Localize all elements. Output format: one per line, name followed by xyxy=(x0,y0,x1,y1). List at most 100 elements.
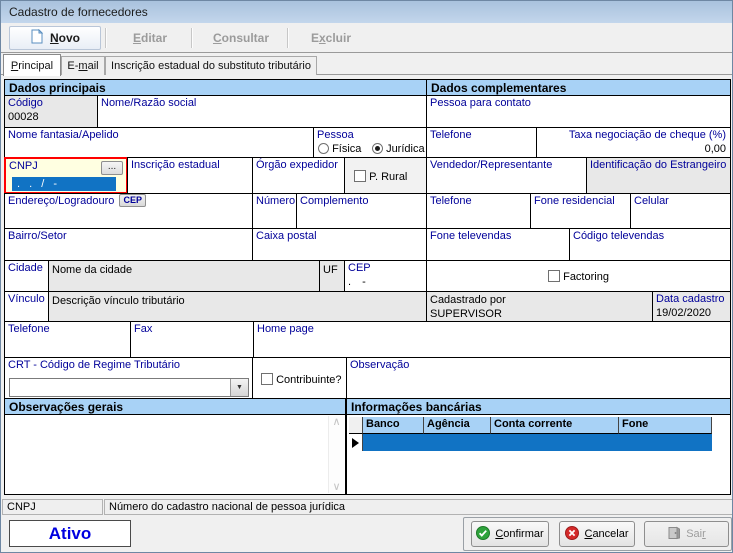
estrangeiro-display: Identificação do Estrangeiro xyxy=(586,157,731,194)
delete-button[interactable]: Excluir xyxy=(293,26,369,50)
observacao-label: Observação xyxy=(347,358,730,372)
cep-field[interactable]: CEP . - xyxy=(344,260,427,292)
inscricao-estadual-field[interactable]: Inscrição estadual xyxy=(127,157,253,194)
bank-col-fone[interactable]: Fone xyxy=(619,417,712,434)
bank-selected-row[interactable] xyxy=(363,434,712,451)
tab-principal-label: Principal xyxy=(11,60,53,72)
confirm-button[interactable]: Confirmar xyxy=(471,521,549,547)
endereco-field[interactable]: Endereço/Logradouro CEP xyxy=(4,193,253,229)
caixa-postal-field[interactable]: Caixa postal xyxy=(252,228,427,261)
bank-table-corner xyxy=(349,417,363,434)
cnpj-input[interactable]: . . / - xyxy=(12,177,116,191)
toolbar-separator xyxy=(287,28,289,48)
observacoes-gerais-header: Observações gerais xyxy=(4,398,346,415)
telefone-contato-field[interactable]: Telefone xyxy=(426,127,537,158)
juridica-radio-circle xyxy=(372,143,383,154)
textarea-scrollbar[interactable]: ∧ ∨ xyxy=(328,416,344,493)
vinculo-field[interactable]: Vínculo xyxy=(4,291,49,322)
nome-fantasia-label: Nome fantasia/Apelido xyxy=(5,128,313,142)
tab-strip: Principal E-mail Inscrição estadual do s… xyxy=(1,53,733,75)
pessoa-contato-label: Pessoa para contato xyxy=(427,96,730,110)
scroll-up-icon[interactable]: ∧ xyxy=(332,416,340,428)
new-button[interactable]: Novo xyxy=(9,26,101,50)
bank-col-agencia[interactable]: Agência xyxy=(424,417,491,434)
p-rural-checkbox-box xyxy=(354,170,366,182)
consult-button[interactable]: Consultar xyxy=(197,26,285,50)
factoring-group: Factoring xyxy=(426,260,731,292)
fisica-radio[interactable]: Física xyxy=(318,143,361,155)
p-rural-checkbox[interactable]: P. Rural xyxy=(354,170,407,183)
delete-button-label: Excluir xyxy=(311,31,351,45)
exit-button-label: Sair xyxy=(686,528,706,540)
cancel-button[interactable]: Cancelar xyxy=(559,521,635,547)
crt-combobox[interactable]: ▼ xyxy=(9,378,249,397)
endereco-label: Endereço/Logradouro xyxy=(5,194,116,207)
cidade-label: Cidade xyxy=(5,261,48,275)
fone-televendas-label: Fone televendas xyxy=(427,229,569,243)
bairro-label: Bairro/Setor xyxy=(5,229,252,243)
numero-label: Número xyxy=(253,194,296,208)
toolbar-separator xyxy=(105,28,107,48)
factoring-checkbox[interactable]: Factoring xyxy=(548,270,609,283)
numero-field[interactable]: Número xyxy=(252,193,297,229)
contribuinte-checkbox[interactable]: Contribuinte? xyxy=(261,373,342,386)
pessoa-contato-field[interactable]: Pessoa para contato xyxy=(426,95,731,128)
data-cadastro-label: Data cadastro xyxy=(653,292,730,306)
razao-social-field[interactable]: Nome/Razão social xyxy=(97,95,427,128)
cidade-field[interactable]: Cidade xyxy=(4,260,49,292)
cadastrado-por-display: Cadastrado por SUPERVISOR xyxy=(426,291,653,322)
chevron-down-icon[interactable]: ▼ xyxy=(230,379,248,396)
contribuinte-label: Contribuinte? xyxy=(276,374,341,386)
status-field-name: CNPJ xyxy=(2,499,103,515)
tab-inscricao-estadual-substituto[interactable]: Inscrição estadual do substituto tributá… xyxy=(105,56,317,75)
orgao-expedidor-field[interactable]: Órgão expedidor xyxy=(252,157,345,194)
razao-social-label: Nome/Razão social xyxy=(98,96,426,110)
observacoes-gerais-textarea[interactable]: ∧ ∨ xyxy=(4,414,346,495)
codigo-field: Código 00028 xyxy=(4,95,98,128)
taxa-cheque-field[interactable]: Taxa negociação de cheque (%) 0,00 xyxy=(536,127,731,158)
new-button-label: Novo xyxy=(50,31,80,45)
complemento-field[interactable]: Complemento xyxy=(296,193,427,229)
edit-button[interactable]: Editar xyxy=(111,26,189,50)
observacao-field[interactable]: Observação xyxy=(346,357,731,399)
uf-display: UF xyxy=(319,260,345,292)
data-cadastro-display: Data cadastro 19/02/2020 xyxy=(652,291,731,322)
bank-table: Banco Agência Conta corrente Fone xyxy=(346,414,731,495)
vinculo-descricao-label: Descrição vínculo tributário xyxy=(49,292,426,308)
tab-principal[interactable]: Principal xyxy=(3,54,61,76)
cancel-button-label: Cancelar xyxy=(584,528,628,540)
taxa-cheque-value: 0,00 xyxy=(537,142,730,156)
telefone-2-field[interactable]: Telefone xyxy=(426,193,531,229)
fone-televendas-field[interactable]: Fone televendas xyxy=(426,228,570,261)
bank-col-banco[interactable]: Banco xyxy=(363,417,424,434)
status-badge-ativo: Ativo xyxy=(9,520,131,547)
cidade-nome-display: Nome da cidade xyxy=(48,260,320,292)
tab-email[interactable]: E-mail xyxy=(61,56,105,75)
bank-col-conta-corrente[interactable]: Conta corrente xyxy=(491,417,619,434)
cnpj-browse-button[interactable]: ... xyxy=(101,161,123,175)
tab-inscricao-label: Inscrição estadual do substituto tributá… xyxy=(111,60,311,72)
celular-label: Celular xyxy=(631,194,730,208)
telefone-field[interactable]: Telefone xyxy=(4,321,131,358)
bairro-field[interactable]: Bairro/Setor xyxy=(4,228,253,261)
nome-fantasia-field[interactable]: Nome fantasia/Apelido xyxy=(4,127,314,158)
cep-lookup-button[interactable]: CEP xyxy=(119,194,146,207)
fone-residencial-field[interactable]: Fone residencial xyxy=(530,193,631,229)
fax-field[interactable]: Fax xyxy=(130,321,254,358)
cnpj-field[interactable]: CNPJ ... . . / - xyxy=(4,157,128,194)
window-title: Cadastro de fornecedores xyxy=(1,1,733,23)
exit-button[interactable]: Sair xyxy=(644,521,729,547)
celular-field[interactable]: Celular xyxy=(630,193,731,229)
codigo-televendas-field[interactable]: Código televendas xyxy=(569,228,731,261)
pessoa-group: Pessoa Física Jurídica xyxy=(313,127,427,158)
homepage-field[interactable]: Home page xyxy=(253,321,731,358)
vendedor-label: Vendedor/Representante xyxy=(427,158,586,172)
juridica-radio[interactable]: Jurídica xyxy=(372,143,425,155)
codigo-value: 00028 xyxy=(5,110,97,124)
scroll-down-icon[interactable]: ∨ xyxy=(332,481,340,493)
bank-row-indicator xyxy=(349,434,363,451)
inscricao-estadual-label: Inscrição estadual xyxy=(128,158,252,172)
vendedor-field[interactable]: Vendedor/Representante xyxy=(426,157,587,194)
telefone-contato-label: Telefone xyxy=(427,128,536,142)
caixa-postal-label: Caixa postal xyxy=(253,229,426,243)
